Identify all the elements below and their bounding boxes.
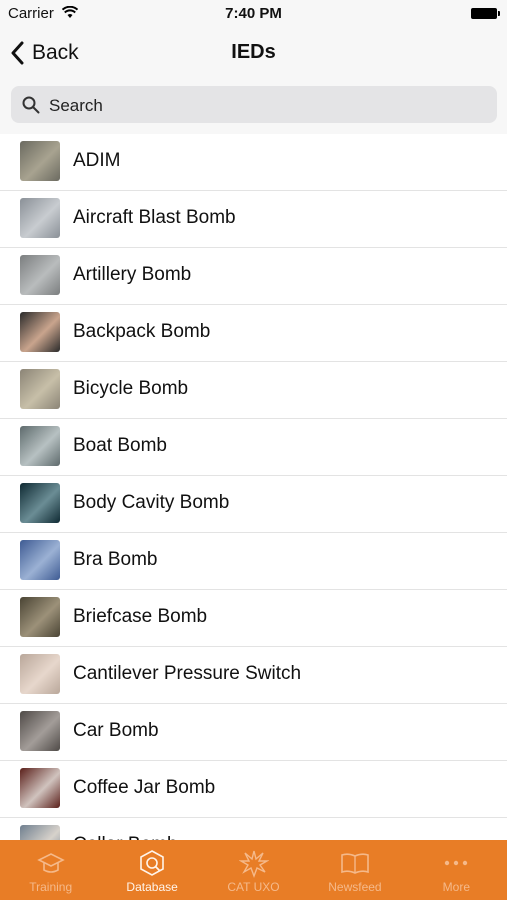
item-thumbnail: [20, 483, 60, 523]
list-item[interactable]: Bicycle Bomb: [0, 362, 507, 419]
tab-newsfeed[interactable]: Newsfeed: [304, 840, 405, 900]
item-label: Bicycle Bomb: [73, 378, 189, 399]
item-thumbnail: [20, 768, 60, 808]
item-thumbnail: [20, 141, 60, 181]
item-label: Aircraft Blast Bomb: [73, 207, 236, 228]
item-label: ADIM: [73, 150, 121, 171]
page-title: IEDs: [231, 41, 276, 63]
status-bar: Carrier 7:40 PM: [0, 0, 507, 28]
tab-training[interactable]: Training: [0, 840, 101, 900]
tab-label: Training: [29, 880, 73, 894]
item-thumbnail: [20, 369, 60, 409]
search-input[interactable]: [47, 86, 491, 125]
tab-cat-uxo[interactable]: CAT UXO: [203, 840, 304, 900]
book-icon: [341, 853, 369, 874]
item-label: Car Bomb: [73, 720, 159, 741]
item-label: Bra Bomb: [73, 549, 158, 570]
list-item[interactable]: Coffee Jar Bomb: [0, 761, 507, 818]
tab-database[interactable]: Database: [101, 840, 202, 900]
item-label: Boat Bomb: [73, 435, 167, 456]
tab-more[interactable]: More: [406, 840, 507, 900]
tab-label: More: [442, 880, 470, 894]
list-item[interactable]: Briefcase Bomb: [0, 590, 507, 647]
item-label: Artillery Bomb: [73, 264, 192, 285]
search-box[interactable]: [11, 86, 497, 125]
search-icon: [22, 96, 40, 114]
list-item[interactable]: Bra Bomb: [0, 533, 507, 590]
item-thumbnail: [20, 654, 60, 694]
list-item[interactable]: Car Bomb: [0, 704, 507, 761]
tab-label: CAT UXO: [227, 880, 280, 894]
item-thumbnail: [20, 711, 60, 751]
item-label: Backpack Bomb: [73, 321, 211, 342]
graduation-cap-icon: [36, 853, 65, 873]
tab-label: Database: [126, 880, 178, 894]
navigation-bar: Back IEDs: [0, 28, 507, 78]
item-label: Body Cavity Bomb: [73, 492, 230, 513]
list-item[interactable]: Boat Bomb: [0, 419, 507, 476]
item-label: Cantilever Pressure Switch: [73, 663, 302, 684]
list-item[interactable]: Aircraft Blast Bomb: [0, 191, 507, 248]
item-label: Briefcase Bomb: [73, 606, 208, 627]
list-item[interactable]: Body Cavity Bomb: [0, 476, 507, 533]
search-bar: [0, 78, 507, 134]
item-thumbnail: [20, 597, 60, 637]
database-icon: [140, 850, 164, 876]
ied-list: ADIM Aircraft Blast Bomb Artillery Bomb Bac…: [0, 134, 507, 840]
tab-label: Newsfeed: [328, 880, 382, 894]
item-thumbnail: [20, 825, 60, 840]
battery-icon: [471, 8, 500, 19]
item-thumbnail: [20, 426, 60, 466]
list-item[interactable]: Collar Bomb: [0, 818, 507, 840]
explosion-icon: [238, 850, 269, 878]
item-thumbnail: [20, 255, 60, 295]
more-dots-icon: [445, 860, 468, 866]
list-item[interactable]: Artillery Bomb: [0, 248, 507, 305]
tab-bar: Training Database CAT UXO Newsfeed More: [0, 840, 507, 900]
item-thumbnail: [20, 312, 60, 352]
status-time: 7:40 PM: [225, 5, 282, 22]
item-thumbnail: [20, 540, 60, 580]
item-thumbnail: [20, 198, 60, 238]
list-item[interactable]: ADIM: [0, 134, 507, 191]
item-label: Coffee Jar Bomb: [73, 777, 216, 798]
list-item[interactable]: Backpack Bomb: [0, 305, 507, 362]
list-item[interactable]: Cantilever Pressure Switch: [0, 647, 507, 704]
